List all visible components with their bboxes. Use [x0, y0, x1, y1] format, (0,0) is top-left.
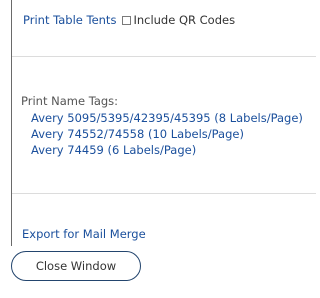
print-options-panel: Print Table Tents Include QR Codes Print…: [11, 0, 316, 246]
close-window-button[interactable]: Close Window: [11, 251, 141, 281]
name-tags-section: Print Name Tags: Avery 5095/5395/42395/4…: [12, 57, 316, 194]
name-tag-link-6-labels[interactable]: Avery 74459 (6 Labels/Page): [31, 142, 303, 158]
name-tag-format-list: Avery 5095/5395/42395/45395 (8 Labels/Pa…: [31, 110, 303, 158]
name-tag-link-10-labels[interactable]: Avery 74552/74558 (10 Labels/Page): [31, 126, 303, 142]
print-name-tags-heading: Print Name Tags:: [21, 94, 119, 108]
print-table-tents-link[interactable]: Print Table Tents: [23, 13, 116, 27]
table-tents-section: Print Table Tents Include QR Codes: [12, 0, 316, 57]
name-tag-link-8-labels[interactable]: Avery 5095/5395/42395/45395 (8 Labels/Pa…: [31, 110, 303, 126]
include-qr-codes-checkbox[interactable]: [122, 15, 132, 25]
table-tents-row: Print Table Tents Include QR Codes: [23, 13, 235, 27]
export-mail-merge-link[interactable]: Export for Mail Merge: [22, 227, 146, 241]
include-qr-codes-label[interactable]: Include QR Codes: [133, 13, 235, 27]
export-section: Export for Mail Merge: [12, 194, 316, 246]
